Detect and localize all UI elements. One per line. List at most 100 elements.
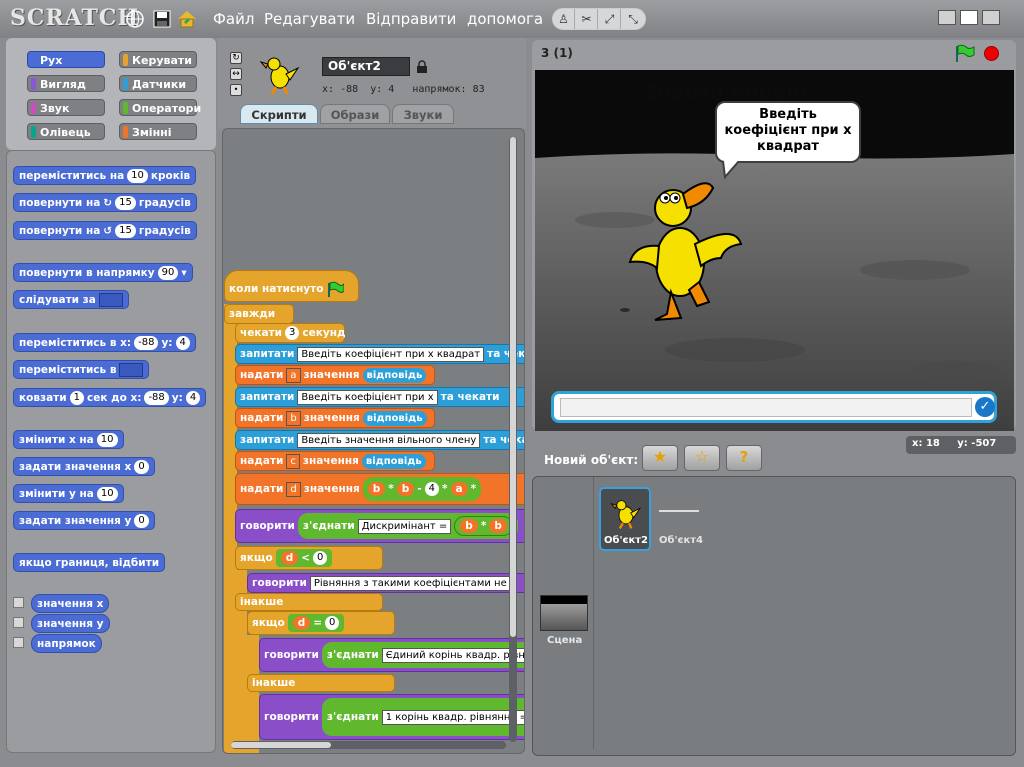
block-if-d-less-0[interactable]: якщо d <0 xyxy=(235,546,383,570)
rotate-ccw-icon: ↺ xyxy=(103,224,113,237)
delete-icon[interactable]: ✂ xyxy=(576,9,598,29)
block-bounce[interactable]: якщо границя, відбити xyxy=(13,553,166,572)
answer-input[interactable] xyxy=(560,398,972,417)
stage-label: Сцена xyxy=(547,635,583,646)
category-sound[interactable]: Звук xyxy=(27,99,105,116)
sprite-name-field[interactable]: Об'єкт2 xyxy=(322,57,410,76)
block-turn-cw[interactable]: повернути на ↻ 15 градусів xyxy=(13,193,197,212)
block-set-a[interactable]: надати a значення відповідь xyxy=(235,365,435,385)
sprite-label[interactable]: Об'єкт4 xyxy=(659,535,703,546)
block-set-y[interactable]: задати значення y0 xyxy=(13,511,155,530)
block-say-no-roots[interactable]: говорити Рівняння з такими коефіцієнтами … xyxy=(247,573,524,593)
sprite-4-thumbnail[interactable] xyxy=(659,510,699,512)
save-icon[interactable] xyxy=(152,9,172,29)
normal-stage-icon[interactable] xyxy=(960,10,978,25)
flip-style-icon[interactable]: ↔ xyxy=(230,68,242,80)
tab-sounds[interactable]: Звуки xyxy=(392,104,454,124)
block-glide[interactable]: ковзати 1 сек до x: -88 y: 4 xyxy=(13,388,207,407)
checkbox-y[interactable] xyxy=(13,617,24,628)
block-set-b[interactable]: надати b значення відповідь xyxy=(235,408,435,428)
block-say-one-root[interactable]: говорити з'єднати Єдиний корінь квадр. рів… xyxy=(259,638,524,672)
menu-share[interactable]: Відправити xyxy=(366,10,456,28)
scripts-area[interactable]: коли натиснуто завжди чекати 3 секунд запи… xyxy=(222,128,525,754)
block-if-d-equal-0[interactable]: якщо d = 0 xyxy=(247,611,395,635)
category-looks[interactable]: Вигляд xyxy=(27,75,105,92)
block-set-c[interactable]: надати c значення відповідь xyxy=(235,451,435,471)
tab-scripts[interactable]: Скрипти xyxy=(240,104,318,124)
duplicate-icon[interactable]: ♙ xyxy=(553,9,575,29)
category-sensing[interactable]: Датчики xyxy=(119,75,197,92)
category-pen[interactable]: Олівець xyxy=(27,123,105,140)
open-sprite-button[interactable]: ☆ xyxy=(684,445,720,471)
no-rotate-icon[interactable]: • xyxy=(230,84,242,96)
rotate-style-icon[interactable]: ↻ xyxy=(230,52,242,64)
block-turn-ccw[interactable]: повернути на ↺ 15 градусів xyxy=(13,221,197,240)
horizontal-scrollbar[interactable] xyxy=(231,741,506,749)
block-ask-a[interactable]: запитати Введіть коефіцієнт при x квадрат… xyxy=(235,344,524,364)
green-flag-icon[interactable] xyxy=(954,44,976,65)
checkbox-direction[interactable] xyxy=(13,637,24,648)
dropdown-icon[interactable] xyxy=(119,362,144,377)
paint-sprite-button[interactable]: ★ xyxy=(642,445,678,471)
block-set-x[interactable]: задати значення x0 xyxy=(13,457,155,476)
stage[interactable]: Знайти корені Введіть коефіцієнт при x к… xyxy=(535,70,1014,431)
block-wait[interactable]: чекати 3 секунд xyxy=(235,323,345,343)
menu-help[interactable]: допомога xyxy=(467,10,543,28)
tab-costumes[interactable]: Образи xyxy=(320,104,390,124)
reporter-y-position[interactable]: значення y xyxy=(31,614,110,633)
block-change-y[interactable]: змінити y на 10 xyxy=(13,484,124,503)
duck-sprite[interactable] xyxy=(625,174,745,324)
block-ask-c[interactable]: запитати Введіть значення вільного члену т… xyxy=(235,430,524,450)
globe-icon[interactable] xyxy=(125,9,145,29)
block-ask-b[interactable]: запитати Введіть коефіцієнт при x та чекат… xyxy=(235,387,524,407)
category-control[interactable]: Керувати xyxy=(119,51,197,68)
share-icon[interactable] xyxy=(176,9,196,29)
sprite-list: Сцена Об'єкт2 Об'єкт4 xyxy=(532,476,1016,756)
category-variables[interactable]: Змінні xyxy=(119,123,197,140)
top-bar: SCRATCH Файл Редагувати Відправити допом… xyxy=(0,0,1024,38)
menu-edit[interactable]: Редагувати xyxy=(264,10,355,28)
sprite-thumbnail xyxy=(258,52,302,99)
small-stage-icon[interactable] xyxy=(938,10,956,25)
reporter-x-position[interactable]: значення x xyxy=(31,594,110,613)
new-sprite-bar: Новий об'єкт: ★ ☆ ? xyxy=(532,440,904,474)
checkbox-x[interactable] xyxy=(13,597,24,608)
block-point-towards[interactable]: слідувати за xyxy=(13,290,129,309)
block-set-d[interactable]: надати d значення b * b -4 * a * xyxy=(235,473,524,505)
hat-when-flag-clicked[interactable]: коли натиснуто xyxy=(224,270,359,302)
stage-title: 3 (1) xyxy=(541,46,573,60)
divider xyxy=(593,477,594,749)
green-flag-icon xyxy=(328,281,345,297)
block-palette: переміститись на 10 кроків повернути на ↻ 15… xyxy=(6,150,216,753)
category-operators[interactable]: Оператори xyxy=(119,99,201,116)
sprite-tile-selected[interactable]: Об'єкт2 xyxy=(599,487,651,551)
block-else[interactable]: інакше xyxy=(235,593,383,611)
vertical-scrollbar[interactable] xyxy=(509,137,517,742)
block-move-steps[interactable]: переміститись на 10 кроків xyxy=(13,166,197,185)
grow-icon[interactable]: ⤢ xyxy=(599,9,621,29)
checkmark-icon[interactable]: ✓ xyxy=(975,397,995,417)
operator-expression[interactable]: b * b -4 * a * xyxy=(362,477,482,501)
mouse-position: x: 18 y: -507 xyxy=(906,436,1016,454)
menu-file[interactable]: Файл xyxy=(213,10,254,28)
block-goto-xy[interactable]: переміститись в x: -88 y: 4 xyxy=(13,333,196,352)
sprite-label: Об'єкт2 xyxy=(603,535,648,546)
stage-thumbnail[interactable] xyxy=(540,595,588,631)
lock-icon[interactable] xyxy=(417,60,427,73)
block-say-discriminant[interactable]: говорити з'єднати Дискримінант = b * b xyxy=(235,509,524,543)
stop-icon[interactable] xyxy=(984,46,999,61)
random-sprite-button[interactable]: ? xyxy=(726,445,762,471)
presentation-icon[interactable] xyxy=(982,10,1000,25)
block-forever[interactable]: завжди xyxy=(224,304,294,324)
dropdown-icon[interactable] xyxy=(98,292,123,307)
category-motion[interactable]: Рух xyxy=(27,51,105,68)
shrink-icon[interactable]: ⤡ xyxy=(622,9,644,29)
block-say-two-roots[interactable]: говорити з'єднати 1 корінь квадр. рівняння… xyxy=(259,694,524,740)
tool-group: ♙ ✂ ⤢ ⤡ xyxy=(552,8,646,30)
join-expression[interactable]: з'єднати Дискримінант = b * b xyxy=(297,513,518,539)
block-goto[interactable]: переміститись в xyxy=(13,360,150,379)
block-else-inner[interactable]: інакше xyxy=(247,674,395,692)
block-change-x[interactable]: змінити x на 10 xyxy=(13,430,124,449)
reporter-direction[interactable]: напрямок xyxy=(31,634,102,653)
block-point-direction[interactable]: повернути в напрямку 90 ▾ xyxy=(13,263,193,282)
